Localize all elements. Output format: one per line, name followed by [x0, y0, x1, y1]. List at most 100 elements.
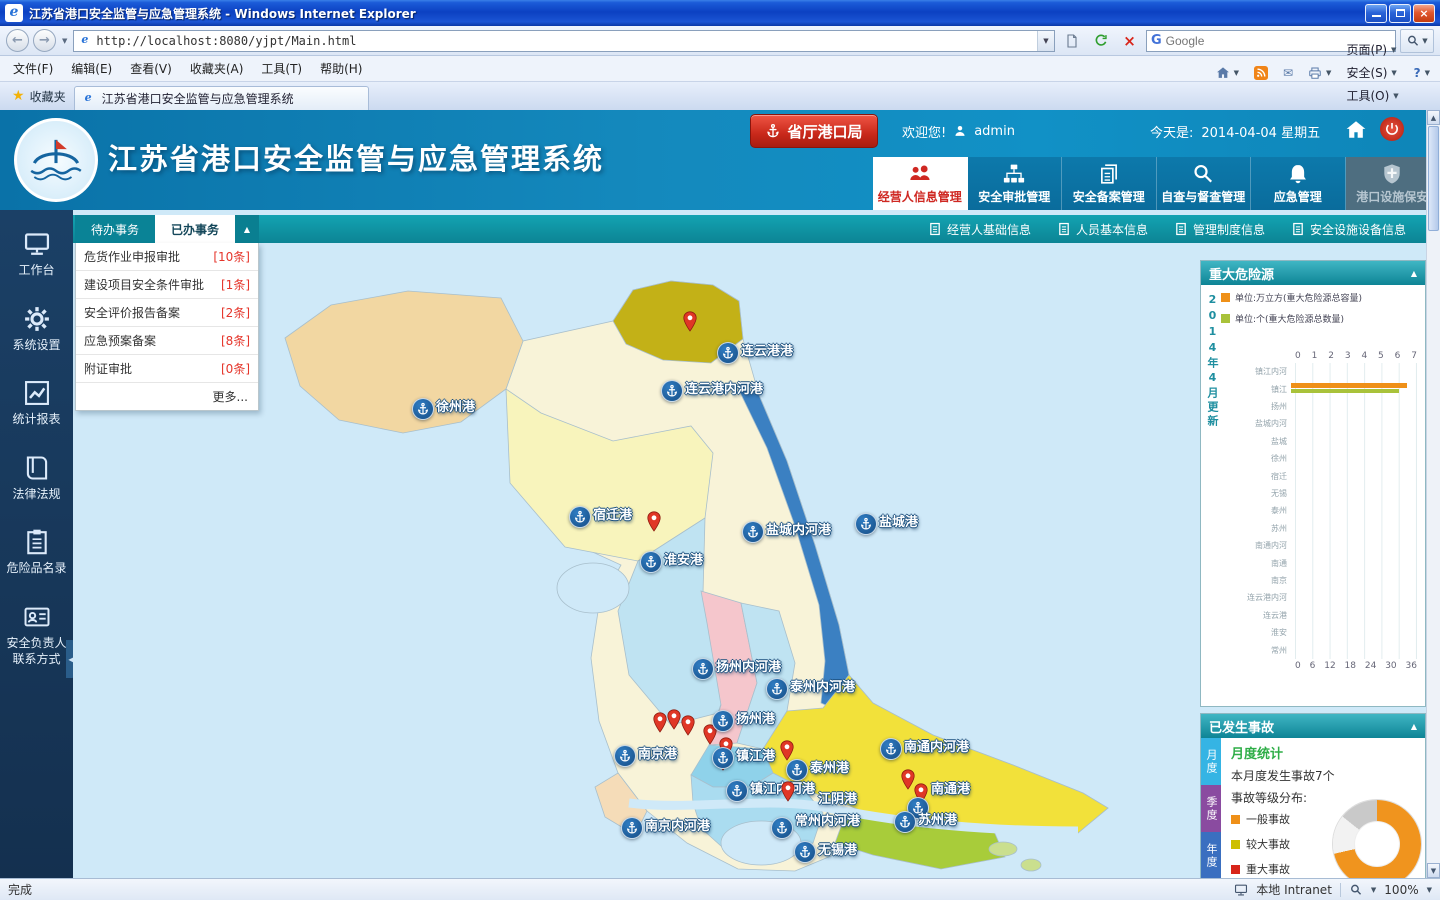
sidebar-item[interactable]: 危险品名录 — [0, 522, 73, 583]
mail-button[interactable]: ✉ — [1277, 63, 1299, 83]
subnav-link[interactable]: 管理制度信息 — [1174, 221, 1265, 238]
feeds-button[interactable] — [1248, 63, 1274, 83]
port-anchor-marker[interactable] — [412, 398, 434, 420]
port-anchor-marker[interactable] — [692, 658, 714, 680]
print-button[interactable]: ▼ — [1302, 63, 1337, 83]
menu-item[interactable]: 工具(T) — [252, 56, 311, 81]
nav-tab[interactable]: 经营人信息管理 — [873, 157, 968, 210]
subnav-link[interactable]: 经营人基础信息 — [928, 221, 1031, 238]
maximize-button[interactable] — [1389, 4, 1411, 23]
compatibility-view-button[interactable] — [1059, 29, 1084, 53]
nav-tab[interactable]: 安全备案管理 — [1062, 157, 1157, 210]
port-label[interactable]: 常州内河港 — [795, 810, 860, 829]
header-home-button[interactable] — [1342, 117, 1370, 143]
todo-item[interactable]: 安全评价报告备案[2条] — [76, 299, 258, 327]
scroll-up-button[interactable]: ▲ — [1427, 110, 1440, 125]
port-label[interactable]: 泰州内河港 — [790, 676, 855, 695]
toolbar-button[interactable]: 安全(S)▼ — [1340, 61, 1404, 84]
port-anchor-marker[interactable] — [742, 521, 764, 543]
port-label[interactable]: 南通港 — [931, 778, 970, 797]
accident-tab[interactable]: 季度 — [1201, 785, 1221, 832]
page-scrollbar[interactable]: ▲ ▼ — [1426, 110, 1440, 878]
nav-tab[interactable]: 应急管理 — [1251, 157, 1346, 210]
zoom-level[interactable]: 100% — [1384, 883, 1418, 897]
port-label[interactable]: 南京港 — [638, 743, 677, 762]
port-anchor-marker[interactable] — [855, 513, 877, 535]
port-label[interactable]: 扬州内河港 — [716, 656, 781, 675]
port-label[interactable]: 扬州港 — [736, 708, 775, 727]
port-anchor-marker[interactable] — [894, 811, 916, 833]
accident-tab[interactable]: 年度 — [1201, 832, 1221, 879]
port-label[interactable]: 连云港港 — [741, 340, 793, 359]
port-label[interactable]: 江阴港 — [818, 788, 857, 807]
todo-item[interactable]: 危货作业申报审批[10条] — [76, 243, 258, 271]
zoom-magnifier-icon[interactable] — [1349, 883, 1363, 897]
favorites-button[interactable]: ★ 收藏夹 — [4, 84, 74, 108]
port-anchor-marker[interactable] — [880, 738, 902, 760]
sidebar-item[interactable]: 法律法规 — [0, 448, 73, 509]
todo-tab[interactable]: 已办事务 — [155, 215, 235, 243]
back-button[interactable]: ← — [6, 29, 29, 52]
toolbar-button[interactable]: 工具(O)▼ — [1340, 84, 1404, 107]
menu-item[interactable]: 查看(V) — [121, 56, 181, 81]
port-anchor-marker[interactable] — [614, 745, 636, 767]
port-anchor-marker[interactable] — [712, 747, 734, 769]
port-pin-marker[interactable] — [646, 511, 662, 532]
port-pin-marker[interactable] — [780, 781, 796, 802]
help-button[interactable]: ?▼ — [1408, 63, 1436, 83]
port-label[interactable]: 镇江港 — [736, 745, 775, 764]
close-button[interactable]: × — [1413, 4, 1435, 23]
port-label[interactable]: 淮安港 — [664, 549, 703, 568]
port-pin-marker[interactable] — [779, 740, 795, 761]
port-anchor-marker[interactable] — [712, 710, 734, 732]
menu-item[interactable]: 编辑(E) — [62, 56, 121, 81]
forward-button[interactable]: → — [33, 29, 56, 52]
scrollbar-thumb[interactable] — [1428, 126, 1439, 231]
toolbar-button[interactable]: 页面(P)▼ — [1340, 38, 1404, 61]
history-dropdown-icon[interactable]: ▼ — [60, 37, 69, 45]
port-label[interactable]: 徐州港 — [436, 396, 475, 415]
scroll-down-button[interactable]: ▼ — [1427, 863, 1440, 878]
todo-item[interactable]: 建设项目安全条件审批[1条] — [76, 271, 258, 299]
port-anchor-marker[interactable] — [717, 342, 739, 364]
todo-collapse-button[interactable]: ▲ — [235, 215, 259, 243]
port-label[interactable]: 宿迁港 — [593, 504, 632, 523]
port-pin-marker[interactable] — [682, 311, 698, 332]
url-dropdown-button[interactable]: ▼ — [1037, 31, 1054, 51]
port-label[interactable]: 苏州港 — [918, 809, 957, 828]
port-anchor-marker[interactable] — [794, 841, 816, 863]
browser-tab[interactable]: e 江苏省港口安全监管与应急管理系统 — [74, 86, 369, 110]
subnav-link[interactable]: 安全设施设备信息 — [1291, 221, 1406, 238]
port-anchor-marker[interactable] — [569, 506, 591, 528]
port-label[interactable]: 南京内河港 — [645, 815, 710, 834]
port-label[interactable]: 盐城港 — [879, 511, 918, 530]
port-label[interactable]: 南通内河港 — [904, 736, 969, 755]
todo-more-link[interactable]: 更多... — [76, 383, 258, 410]
stop-button[interactable]: × — [1117, 29, 1142, 53]
sidebar-item[interactable]: 统计报表 — [0, 373, 73, 434]
port-anchor-marker[interactable] — [640, 551, 662, 573]
org-badge[interactable]: 省厅港口局 — [750, 114, 878, 148]
nav-tab[interactable]: 安全审批管理 — [968, 157, 1063, 210]
todo-item[interactable]: 附证审批[0条] — [76, 355, 258, 383]
minimize-button[interactable] — [1365, 4, 1387, 23]
port-label[interactable]: 无锡港 — [818, 839, 857, 858]
accident-tab[interactable]: 月度 — [1201, 738, 1221, 785]
sidebar-item[interactable]: 系统设置 — [0, 299, 73, 360]
menu-item[interactable]: 收藏夹(A) — [181, 56, 253, 81]
logout-button[interactable] — [1380, 117, 1404, 141]
port-label[interactable]: 连云港内河港 — [685, 378, 763, 397]
url-input[interactable] — [96, 34, 1033, 48]
todo-tab[interactable]: 待办事务 — [75, 215, 155, 243]
port-anchor-marker[interactable] — [621, 817, 643, 839]
port-anchor-marker[interactable] — [771, 817, 793, 839]
menu-item[interactable]: 帮助(H) — [311, 56, 371, 81]
sidebar-item[interactable]: 安全负责人联系方式 — [0, 597, 73, 673]
nav-tab[interactable]: 自查与督查管理 — [1157, 157, 1252, 210]
port-anchor-marker[interactable] — [726, 780, 748, 802]
port-label[interactable]: 盐城内河港 — [766, 519, 831, 538]
port-anchor-marker[interactable] — [766, 678, 788, 700]
collapse-arrow-icon[interactable]: ▲ — [1411, 722, 1417, 731]
port-anchor-marker[interactable] — [661, 380, 683, 402]
port-pin-marker[interactable] — [680, 715, 696, 736]
